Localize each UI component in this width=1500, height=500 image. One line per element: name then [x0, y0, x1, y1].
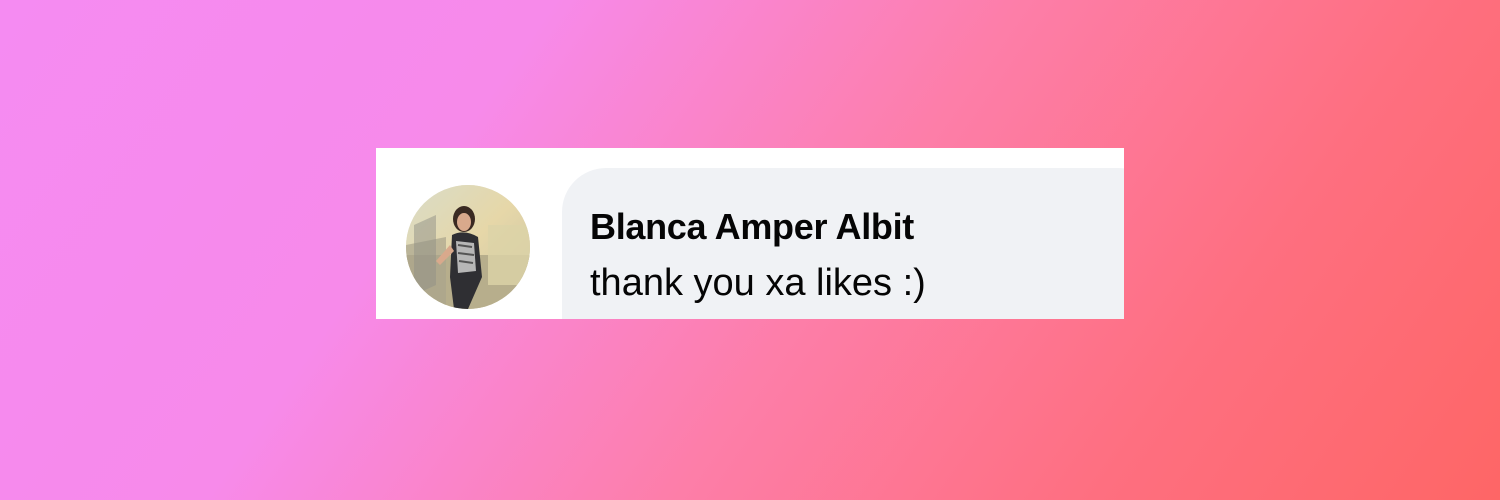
- comment-author-name[interactable]: Blanca Amper Albit: [590, 206, 914, 248]
- avatar[interactable]: [406, 185, 530, 309]
- user-photo-avatar-icon: [406, 185, 530, 309]
- comment-card: Blanca Amper Albit thank you xa likes :): [376, 148, 1124, 319]
- comment-text: thank you xa likes :): [590, 262, 926, 304]
- comment-bubble: Blanca Amper Albit thank you xa likes :): [562, 168, 1124, 319]
